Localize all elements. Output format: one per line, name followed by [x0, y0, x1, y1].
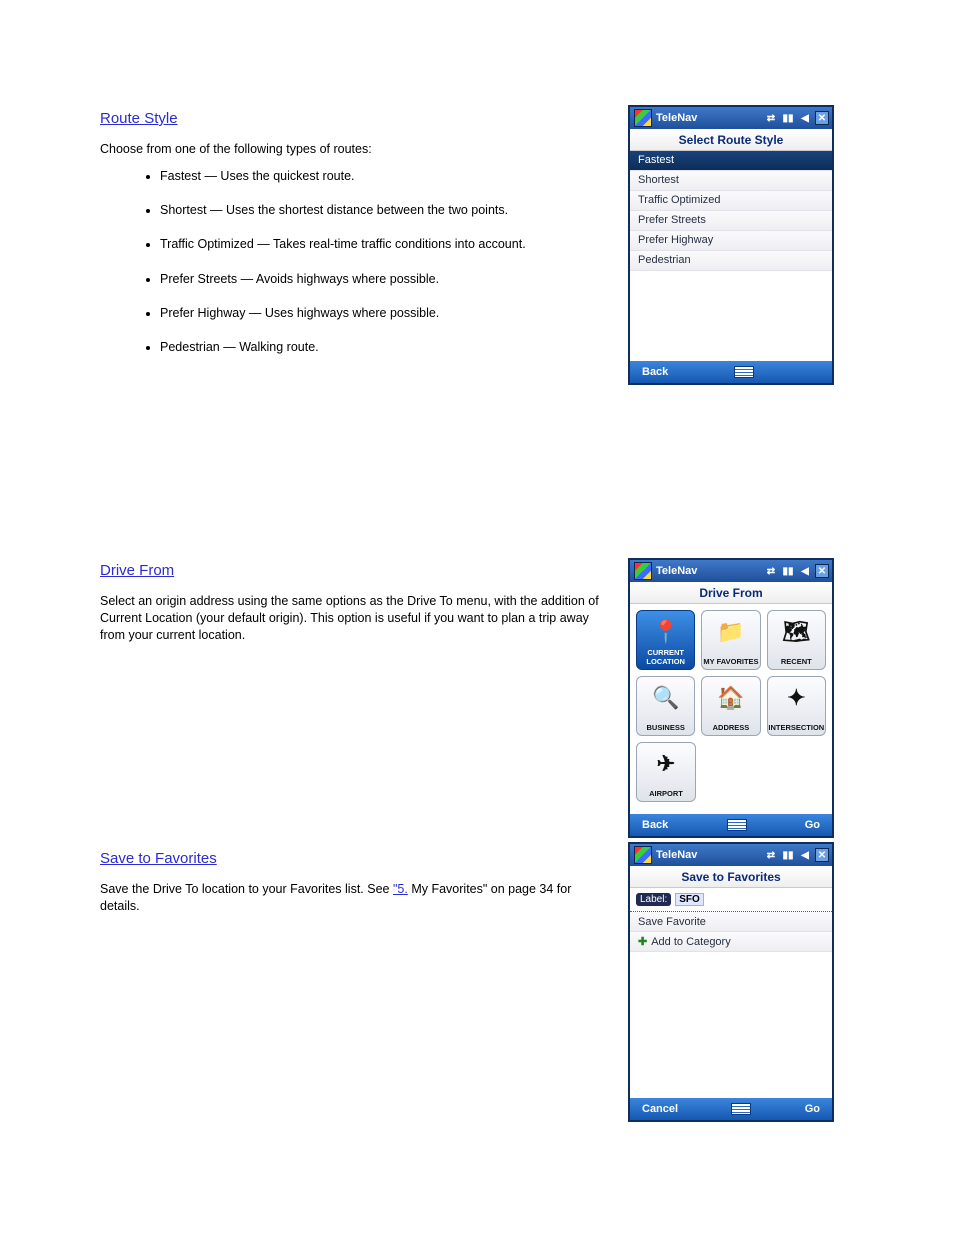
- keyboard-icon[interactable]: [727, 819, 747, 831]
- app-title: TeleNav: [656, 565, 764, 577]
- softkey-go[interactable]: Go: [805, 1103, 820, 1115]
- option-streets[interactable]: Prefer Streets: [630, 211, 832, 231]
- intersection-icon: ✦: [779, 683, 813, 713]
- save-fav-body: Save the Drive To location to your Favor…: [100, 881, 610, 915]
- app-title: TeleNav: [656, 849, 764, 861]
- titlebar: TeleNav ⇄ ▮▮ ◀ ✕: [630, 844, 832, 866]
- softkey-cancel[interactable]: Cancel: [642, 1103, 678, 1115]
- screenshot-save-favorites: TeleNav ⇄ ▮▮ ◀ ✕ Save to Favorites Label…: [628, 842, 834, 1122]
- sync-icon: ⇄: [764, 111, 778, 125]
- label-caption: Label:: [636, 893, 671, 906]
- tile-address[interactable]: 🏠ADDRESS: [701, 676, 760, 736]
- close-icon[interactable]: ✕: [815, 848, 829, 862]
- drive-from-body: Select an origin address using the same …: [100, 593, 610, 644]
- tile-intersection[interactable]: ✦INTERSECTION: [767, 676, 826, 736]
- close-icon[interactable]: ✕: [815, 564, 829, 578]
- tile-business[interactable]: 🔍BUSINESS: [636, 676, 695, 736]
- start-icon: [634, 562, 652, 580]
- softkey-back[interactable]: Back: [642, 366, 668, 378]
- tile-current-location[interactable]: 📍CURRENT LOCATION: [636, 610, 695, 670]
- heading-save-favorites[interactable]: Save to Favorites: [100, 850, 217, 867]
- tile-recent[interactable]: 🗺RECENT: [767, 610, 826, 670]
- app-title: TeleNav: [656, 112, 764, 124]
- option-traffic[interactable]: Traffic Optimized: [630, 191, 832, 211]
- sync-icon: ⇄: [764, 564, 778, 578]
- option-shortest[interactable]: Shortest: [630, 171, 832, 191]
- option-highway[interactable]: Prefer Highway: [630, 231, 832, 251]
- softkey-bar: Back: [630, 361, 832, 383]
- list-item: Prefer Streets — Avoids highways where p…: [160, 271, 610, 287]
- titlebar: TeleNav ⇄ ▮▮ ◀ ✕: [630, 107, 832, 129]
- plus-icon: ✚: [638, 935, 647, 948]
- close-icon[interactable]: ✕: [815, 111, 829, 125]
- softkey-go[interactable]: Go: [805, 819, 820, 831]
- label-value-input[interactable]: SFO: [675, 893, 704, 906]
- start-icon: [634, 109, 652, 127]
- volume-icon: ◀: [798, 848, 812, 862]
- option-pedestrian[interactable]: Pedestrian: [630, 251, 832, 271]
- screen-title: Save to Favorites: [630, 866, 832, 888]
- titlebar: TeleNav ⇄ ▮▮ ◀ ✕: [630, 560, 832, 582]
- search-icon: 🔍: [649, 683, 683, 713]
- screen-title: Drive From: [630, 582, 832, 604]
- screen-title: Select Route Style: [630, 129, 832, 151]
- save-fav-xref[interactable]: "5.: [393, 882, 408, 896]
- signal-icon: ▮▮: [781, 111, 795, 125]
- save-fav-form: Label: SFO Save Favorite ✚ Add to Catego…: [630, 888, 832, 1098]
- list-item: Prefer Highway — Uses highways where pos…: [160, 305, 610, 321]
- softkey-back[interactable]: Back: [642, 819, 668, 831]
- save-favorite-item[interactable]: Save Favorite: [630, 912, 832, 932]
- drive-from-grid: 📍CURRENT LOCATION 📁MY FAVORITES 🗺RECENT …: [630, 604, 832, 814]
- save-fav-pre: Save the Drive To location to your Favor…: [100, 882, 393, 896]
- tile-airport[interactable]: ✈AIRPORT: [636, 742, 696, 802]
- softkey-bar: Cancel Go: [630, 1098, 832, 1120]
- option-fastest[interactable]: Fastest: [630, 151, 832, 171]
- list-item: Pedestrian — Walking route.: [160, 339, 610, 355]
- route-style-options: Fastest Shortest Traffic Optimized Prefe…: [630, 151, 832, 361]
- list-item: Shortest — Uses the shortest distance be…: [160, 202, 610, 218]
- keyboard-icon[interactable]: [731, 1103, 751, 1115]
- add-to-category-item[interactable]: ✚ Add to Category: [630, 932, 832, 952]
- route-style-intro: Choose from one of the following types o…: [100, 141, 610, 158]
- volume-icon: ◀: [798, 111, 812, 125]
- sync-icon: ⇄: [764, 848, 778, 862]
- screenshot-drive-from: TeleNav ⇄ ▮▮ ◀ ✕ Drive From 📍CURRENT LOC…: [628, 558, 834, 838]
- folder-icon: 📁: [714, 617, 748, 647]
- signal-icon: ▮▮: [781, 848, 795, 862]
- volume-icon: ◀: [798, 564, 812, 578]
- pin-icon: 📍: [649, 617, 683, 647]
- start-icon: [634, 846, 652, 864]
- screenshot-route-style: TeleNav ⇄ ▮▮ ◀ ✕ Select Route Style Fast…: [628, 105, 834, 385]
- list-item: Fastest — Uses the quickest route.: [160, 168, 610, 184]
- list-item: Traffic Optimized — Takes real-time traf…: [160, 236, 610, 252]
- plane-icon: ✈: [649, 749, 683, 779]
- house-icon: 🏠: [714, 683, 748, 713]
- signal-icon: ▮▮: [781, 564, 795, 578]
- heading-route-style[interactable]: Route Style: [100, 110, 178, 127]
- tile-my-favorites[interactable]: 📁MY FAVORITES: [701, 610, 760, 670]
- keyboard-icon[interactable]: [734, 366, 754, 378]
- heading-drive-from[interactable]: Drive From: [100, 562, 174, 579]
- softkey-bar: Back Go: [630, 814, 832, 836]
- route-style-list: Fastest — Uses the quickest route. Short…: [100, 168, 610, 356]
- label-row: Label: SFO: [630, 888, 832, 912]
- map-icon: 🗺: [779, 617, 813, 647]
